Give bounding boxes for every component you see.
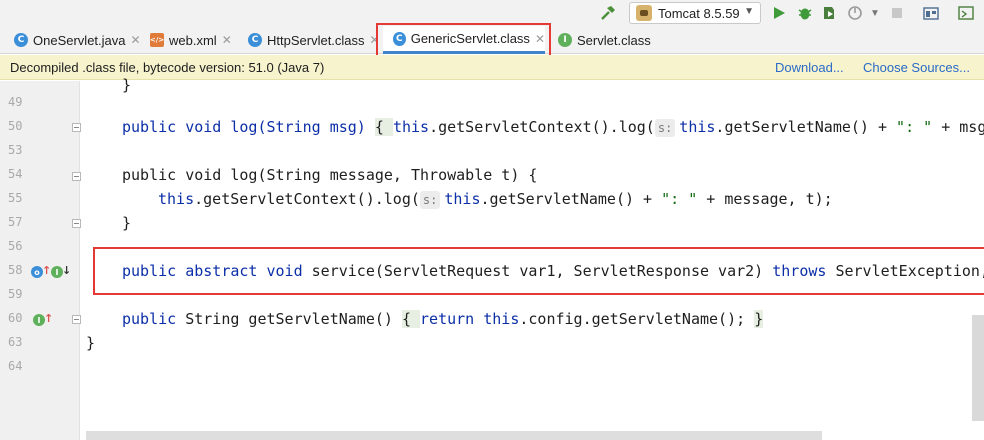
profile-icon[interactable] [844,2,866,24]
line-number: 50 [8,119,23,133]
window-icon[interactable] [955,2,977,24]
fold-marker[interactable] [72,315,81,324]
line-number: 60 [8,311,23,325]
download-link[interactable]: Download... [775,60,844,75]
run-icon[interactable] [768,2,790,24]
run-configuration-select[interactable]: Tomcat 8.5.59 ▼ [629,2,761,24]
tab-label: OneServlet.java [33,32,126,48]
tab-label: HttpServlet.class [267,32,365,48]
tab-servlet-class[interactable]: I Servlet.class [548,26,651,54]
arrow-down-icon[interactable]: ↓ [62,264,71,277]
choose-sources-link[interactable]: Choose Sources... [863,60,970,75]
class-icon: C [248,33,262,47]
editor-gutter: 49 50 53 54 55 56 57 58 59 60 63 64 o ↑ … [0,81,81,440]
line-number: 53 [8,143,23,157]
xml-file-icon: </> [150,33,164,47]
tab-label: web.xml [169,32,217,48]
line-number: 59 [8,287,23,301]
chevron-down-icon: ▼ [744,6,754,17]
code-line-63: } [86,334,96,352]
code-line-54: public void log(String message, Throwabl… [122,166,538,184]
fold-marker[interactable] [72,172,81,181]
run-configuration-label: Tomcat 8.5.59 [658,5,740,21]
interface-icon: I [558,33,572,47]
arrow-up-icon[interactable]: ↑ [42,264,51,277]
close-icon[interactable]: ✕ [222,33,232,47]
line-number: 55 [8,191,23,205]
code-editor[interactable]: 49 50 53 54 55 56 57 58 59 60 63 64 o ↑ … [0,76,984,440]
tab-label: Servlet.class [577,32,651,48]
line-number: 49 [8,95,23,109]
profile-dropdown-icon[interactable]: ▼ [864,2,886,24]
decompiled-notice-banner: Decompiled .class file, bytecode version… [0,55,984,80]
horizontal-scrollbar[interactable] [86,431,822,440]
debug-icon[interactable] [794,2,816,24]
parameter-hint: s: [654,119,676,137]
line-number: 58 [8,263,23,277]
vertical-scrollbar[interactable] [972,315,984,421]
parameter-hint: s: [419,191,441,209]
tab-web-xml[interactable]: </> web.xml ✕ [140,26,232,54]
fold-marker[interactable] [72,219,81,228]
hammer-icon[interactable] [597,2,619,24]
fold-marker[interactable] [72,123,81,132]
line-number: 64 [8,359,23,373]
code-line-55: this.getServletContext().log(s: this.getS… [158,190,833,209]
code-line-60: public String getServletName() { return … [122,310,764,328]
tomcat-icon [636,5,652,21]
coverage-icon[interactable] [818,2,840,24]
code-line-49: } [122,76,132,94]
line-number: 56 [8,239,23,253]
stop-icon[interactable] [886,2,908,24]
frame-icon[interactable] [920,2,942,24]
banner-text: Decompiled .class file, bytecode version… [10,60,325,75]
arrow-up-icon[interactable]: ↑ [44,312,53,325]
tab-oneservlet-java[interactable]: C OneServlet.java ✕ [4,26,141,54]
line-number: 54 [8,167,23,181]
service-method-highlight-box [93,247,984,295]
class-icon: C [14,33,28,47]
tab-httpservlet-class[interactable]: C HttpServlet.class ✕ [238,26,380,54]
line-number: 57 [8,215,23,229]
line-number: 63 [8,335,23,349]
code-line-56: } [122,214,132,232]
code-line-50: public void log(String msg) { this.getSe… [122,118,984,137]
